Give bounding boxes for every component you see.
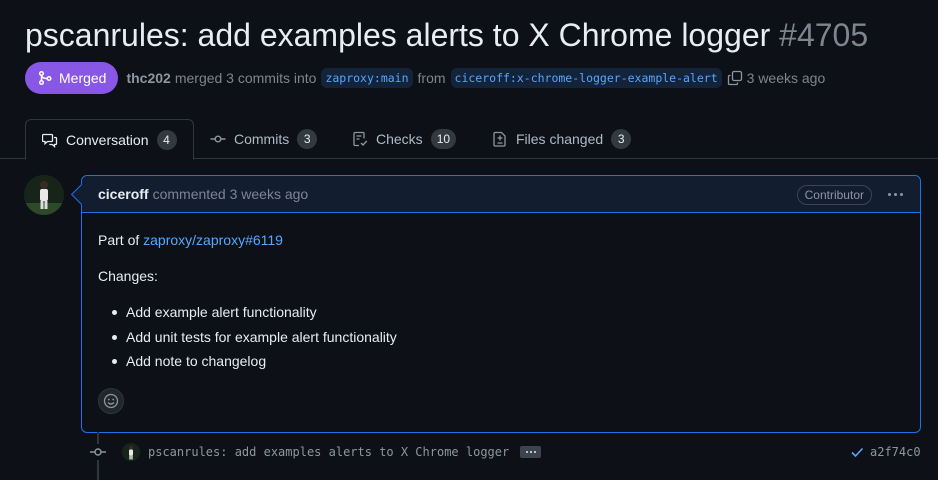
page-title: pscanrules: add examples alerts to X Chr… bbox=[25, 14, 868, 56]
tab-label: Checks bbox=[376, 131, 423, 147]
comment-body: Part of zaproxy/zaproxy#6119 Changes: Ad… bbox=[82, 213, 920, 371]
issue-link[interactable]: zaproxy/zaproxy#6119 bbox=[143, 232, 283, 248]
list-item: Add note to changelog bbox=[98, 351, 904, 371]
head-branch-link[interactable]: ciceroff:x-chrome-logger-example-alert bbox=[450, 68, 722, 88]
commit-row: pscanrules: add examples alerts to X Chr… bbox=[88, 442, 928, 462]
commit-author-avatar[interactable] bbox=[122, 443, 140, 461]
tab-label: Conversation bbox=[66, 131, 149, 148]
pr-title: pscanrules: add examples alerts to X Chr… bbox=[25, 17, 771, 53]
comment-author-link[interactable]: ciceroff bbox=[98, 186, 149, 202]
from-text: from bbox=[417, 70, 446, 86]
git-merge-icon bbox=[38, 70, 52, 86]
avatar[interactable] bbox=[24, 175, 64, 215]
state-label: Merged bbox=[59, 70, 107, 86]
merged-time: 3 weeks ago bbox=[746, 70, 826, 86]
tab-checks[interactable]: Checks 10 bbox=[352, 119, 457, 159]
comment-header: ciceroff commented 3 weeks ago Contribut… bbox=[82, 176, 920, 213]
tab-label: Files changed bbox=[516, 131, 604, 147]
tab-counter: 3 bbox=[611, 129, 632, 149]
kebab-horizontal-icon[interactable] bbox=[884, 190, 906, 200]
changes-heading: Changes: bbox=[98, 268, 158, 284]
tab-counter: 3 bbox=[297, 129, 318, 149]
smiley-icon bbox=[103, 393, 119, 409]
git-commit-icon bbox=[210, 135, 226, 143]
commit-sha-link[interactable]: a2f74c0 bbox=[870, 444, 921, 460]
tab-counter: 10 bbox=[430, 129, 457, 149]
tab-files-changed[interactable]: Files changed 3 bbox=[492, 119, 632, 159]
merged-state-badge: Merged bbox=[25, 62, 119, 94]
list-item: Add unit tests for example alert functio… bbox=[98, 327, 904, 347]
add-reaction-button[interactable] bbox=[98, 388, 124, 414]
tab-counter: 4 bbox=[156, 129, 177, 150]
copy-icon[interactable] bbox=[727, 70, 743, 86]
comment-discussion-icon bbox=[42, 133, 58, 148]
check-icon[interactable] bbox=[850, 445, 864, 459]
pr-number: #4705 bbox=[779, 17, 869, 53]
expand-commit-message-button[interactable] bbox=[520, 446, 541, 458]
tab-commits[interactable]: Commits 3 bbox=[210, 119, 318, 159]
merged-by-user-link[interactable]: thc202 bbox=[126, 70, 170, 86]
comment-card: ciceroff commented 3 weeks ago Contribut… bbox=[81, 175, 921, 433]
commit-message-link[interactable]: pscanrules: add examples alerts to X Chr… bbox=[148, 444, 509, 460]
checklist-icon bbox=[353, 131, 368, 147]
base-branch-link[interactable]: zaproxy:main bbox=[321, 68, 413, 88]
tab-label: Commits bbox=[234, 131, 290, 147]
pr-meta: Merged thc202 merged 3 commits into zapr… bbox=[25, 62, 830, 94]
merged-text: merged 3 commits into bbox=[174, 70, 317, 86]
list-item: Add example alert functionality bbox=[98, 302, 904, 322]
tab-conversation[interactable]: Conversation 4 bbox=[25, 119, 194, 160]
pr-tabs: Conversation 4 Commits 3 Checks 10 Files… bbox=[0, 119, 938, 160]
contributor-badge: Contributor bbox=[796, 185, 872, 205]
pull-request-page: pscanrules: add examples alerts to X Chr… bbox=[0, 0, 938, 480]
part-of-line: Part of zaproxy/zaproxy#6119 bbox=[98, 230, 904, 250]
file-diff-icon bbox=[493, 131, 506, 147]
git-commit-icon bbox=[88, 444, 108, 460]
comment-action: commented 3 weeks ago bbox=[152, 186, 309, 202]
changes-list: Add example alert functionality Add unit… bbox=[98, 302, 904, 371]
part-of-prefix: Part of bbox=[98, 232, 140, 248]
